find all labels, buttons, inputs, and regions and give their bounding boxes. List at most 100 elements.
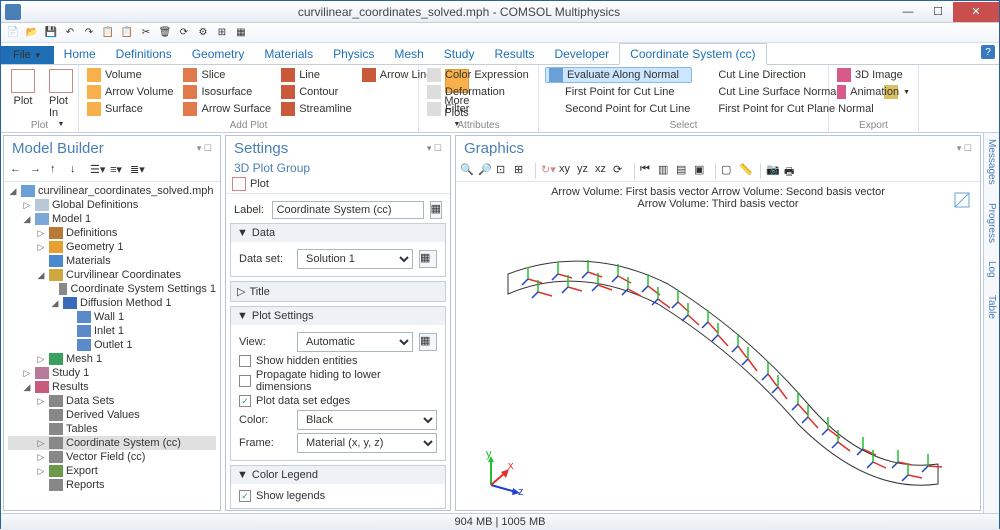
model-tree[interactable]: ◢curvilinear_coordinates_solved.mph ▷Glo…: [4, 182, 220, 510]
select-icon[interactable]: ▢: [721, 163, 737, 179]
plot-icon[interactable]: [232, 177, 246, 191]
tb-up-icon[interactable]: ↑: [50, 163, 66, 179]
print-icon[interactable]: 🖶: [784, 163, 800, 179]
sidetab-messages[interactable]: Messages: [986, 139, 997, 185]
camera-icon[interactable]: 📷: [766, 163, 782, 179]
first-icon[interactable]: ⏮: [640, 163, 656, 179]
first-point-cut-line-button[interactable]: First Point for Cut Line: [545, 84, 692, 100]
orientation-gizmo[interactable]: [952, 190, 972, 210]
tab-materials[interactable]: Materials: [254, 44, 323, 64]
ribbon-tabs: File▼ Home Definitions Geometry Material…: [1, 43, 999, 65]
section-colorlegend-header[interactable]: ▼Color Legend: [231, 466, 445, 484]
paste-icon[interactable]: 📋: [119, 25, 135, 41]
evaluate-along-normal-button[interactable]: Evaluate Along Normal: [545, 67, 692, 83]
tab-home[interactable]: Home: [54, 44, 106, 64]
section-data-header[interactable]: ▼Data: [231, 224, 445, 242]
panel-menu-icon[interactable]: ▾ ☐: [957, 143, 972, 154]
dataset-extra-button[interactable]: ▦: [419, 250, 437, 268]
zoom-in-icon[interactable]: 🔍: [460, 163, 476, 179]
tab-geometry[interactable]: Geometry: [182, 44, 255, 64]
view-xy-icon[interactable]: xy: [559, 163, 575, 179]
view-yz-icon[interactable]: yz: [577, 163, 593, 179]
sidetab-table[interactable]: Table: [986, 295, 997, 319]
close-button[interactable]: ✕: [953, 2, 999, 22]
plot-edges-checkbox[interactable]: ✓Plot data set edges: [239, 395, 437, 407]
tab-physics[interactable]: Physics: [323, 44, 384, 64]
tab-study[interactable]: Study: [434, 44, 485, 64]
sidetab-log[interactable]: Log: [986, 261, 997, 278]
color-select[interactable]: Black: [297, 410, 437, 430]
surface-button[interactable]: Surface: [85, 101, 175, 117]
dataset-select[interactable]: Solution 1: [297, 249, 413, 269]
tb-list-icon[interactable]: ≣▾: [130, 163, 146, 179]
view-xz-icon[interactable]: xz: [595, 163, 611, 179]
view-select[interactable]: Automatic: [297, 332, 413, 352]
slice-button[interactable]: Slice: [181, 67, 273, 83]
streamline-button[interactable]: Streamline: [279, 101, 354, 117]
tab-results[interactable]: Results: [484, 44, 544, 64]
frame-select[interactable]: Material (x, y, z): [297, 433, 437, 453]
label-input[interactable]: [272, 201, 424, 219]
arrow-volume-button[interactable]: Arrow Volume: [85, 84, 175, 100]
layout2-icon[interactable]: ▤: [676, 163, 692, 179]
plot-action[interactable]: Plot: [250, 178, 269, 190]
settings1-icon[interactable]: ⚙: [195, 25, 211, 41]
tab-definitions[interactable]: Definitions: [106, 44, 182, 64]
graphics-canvas[interactable]: Arrow Volume: First basis vector Arrow V…: [456, 182, 980, 510]
second-point-cut-line-button[interactable]: Second Point for Cut Line: [545, 101, 692, 117]
tab-developer[interactable]: Developer: [544, 44, 619, 64]
image-3d-button[interactable]: 3D Image: [835, 67, 912, 83]
show-hidden-checkbox[interactable]: Show hidden entities: [239, 355, 437, 367]
panel-menu-icon[interactable]: ▾ ☐: [197, 143, 212, 154]
view-extra-button[interactable]: ▦: [419, 333, 437, 351]
label-extra-button[interactable]: ▦: [430, 201, 442, 219]
section-title-header[interactable]: ▷Title: [231, 282, 445, 301]
undo-icon[interactable]: ↶: [62, 25, 78, 41]
file-tab[interactable]: File▼: [1, 46, 54, 64]
tab-mesh[interactable]: Mesh: [384, 44, 433, 64]
zoom-out-icon[interactable]: 🔎: [478, 163, 494, 179]
layout1-icon[interactable]: ▥: [658, 163, 674, 179]
tb-down-icon[interactable]: ↓: [70, 163, 86, 179]
orbit-icon[interactable]: ⟳: [613, 163, 629, 179]
propagate-hiding-checkbox[interactable]: Propagate hiding to lower dimensions: [239, 369, 437, 393]
panel-menu-icon[interactable]: ▾ ☐: [427, 143, 442, 154]
line-button[interactable]: Line: [279, 67, 354, 83]
layout3-icon[interactable]: ▣: [694, 163, 710, 179]
contour-button[interactable]: Contour: [279, 84, 354, 100]
tables-icon: [49, 423, 63, 435]
copy-icon[interactable]: 📋: [100, 25, 116, 41]
isosurface-button[interactable]: Isosurface: [181, 84, 273, 100]
maximize-button[interactable]: ☐: [923, 2, 953, 22]
redo-icon[interactable]: ↷: [81, 25, 97, 41]
zoom-extents-icon[interactable]: ⊞: [514, 163, 530, 179]
animation-button[interactable]: Animation▼: [835, 84, 912, 100]
window-title: curvilinear_coordinates_solved.mph - COM…: [25, 5, 893, 19]
section-plotsettings-header[interactable]: ▼Plot Settings: [231, 307, 445, 325]
measure-icon[interactable]: 📏: [739, 163, 755, 179]
group-addplot-label: Add Plot: [79, 120, 418, 131]
minimize-button[interactable]: —: [893, 2, 923, 22]
rotate-icon[interactable]: ↻▾: [541, 163, 557, 179]
tree-selected-item[interactable]: ▷Coordinate System (cc): [8, 436, 216, 450]
new-icon[interactable]: 📄: [5, 25, 21, 41]
tb-fwd-icon[interactable]: →: [30, 163, 46, 179]
open-icon[interactable]: 📂: [24, 25, 40, 41]
tab-coordinate-system[interactable]: Coordinate System (cc): [619, 43, 766, 65]
arrow-surface-button[interactable]: Arrow Surface: [181, 101, 273, 117]
save-icon[interactable]: 💾: [43, 25, 59, 41]
help-button[interactable]: ?: [981, 45, 995, 59]
delete-icon[interactable]: 🗑: [157, 25, 173, 41]
coordsys-icon: [49, 437, 63, 449]
tb-collapse-icon[interactable]: ≡▾: [110, 163, 126, 179]
refresh-icon[interactable]: ⟳: [176, 25, 192, 41]
settings2-icon[interactable]: ⊞: [214, 25, 230, 41]
tb-back-icon[interactable]: ←: [10, 163, 26, 179]
settings3-icon[interactable]: ▦: [233, 25, 249, 41]
zoom-box-icon[interactable]: ⊡: [496, 163, 512, 179]
show-legends-checkbox[interactable]: ✓Show legends: [239, 490, 437, 502]
volume-button[interactable]: Volume: [85, 67, 175, 83]
tb-expand-icon[interactable]: ☰▾: [90, 163, 106, 179]
sidetab-progress[interactable]: Progress: [986, 203, 997, 243]
cut-icon[interactable]: ✂: [138, 25, 154, 41]
